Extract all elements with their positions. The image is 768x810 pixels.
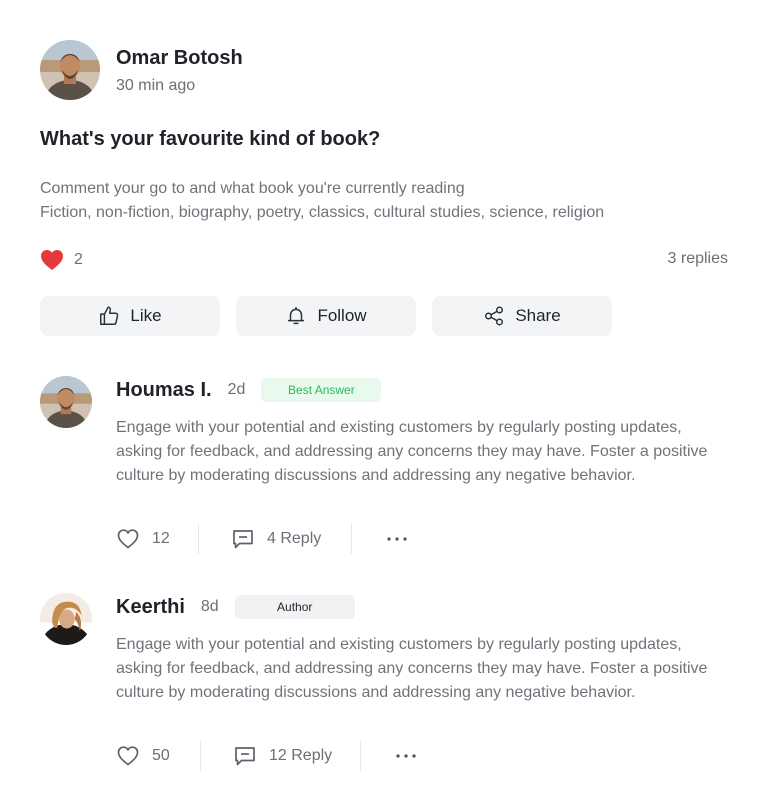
replies-count[interactable]: 3 replies [668,250,728,268]
comment-header: Keerthi 8d Author [116,593,355,621]
comment-icon [233,530,253,549]
comment-icon [235,747,255,766]
more-dots-icon [396,754,416,758]
commenter-avatar[interactable] [40,593,92,645]
comment-like-button[interactable]: 12 [116,527,198,551]
best-answer-badge: Best Answer [261,378,382,402]
comment-actions: 12 4 Reply [116,524,408,554]
bell-icon [288,307,305,325]
comment-text: Engage with your potential and existing … [116,636,708,701]
post-timestamp: 30 min ago [116,76,196,94]
heart-outline-icon [117,746,139,766]
like-button[interactable]: Like [40,296,220,336]
avatar-photo-icon [40,376,92,428]
thumbs-up-icon [100,306,119,325]
comment-like-count: 50 [152,747,170,764]
follow-button-label: Follow [317,306,367,325]
heart-outline-icon [117,529,139,549]
share-icon [485,306,504,326]
more-dots-icon [387,537,407,541]
comment-actions: 50 12 Reply [116,741,417,771]
comment-reply-label: 4 Reply [267,530,322,547]
post-body: Comment your go to and what book you're … [40,177,604,225]
divider [360,741,361,771]
commenter-avatar[interactable] [40,376,92,428]
comment-reply-button[interactable]: 4 Reply [199,527,351,551]
post-body-line: Comment your go to and what book you're … [40,180,465,197]
share-button[interactable]: Share [432,296,612,336]
comment-header: Houmas I. 2d Best Answer [116,376,382,404]
comment-age: 8d [200,598,219,615]
author-name[interactable]: Omar Botosh [116,45,243,71]
more-icon[interactable] [395,753,417,759]
like-button-label: Like [130,306,162,325]
more-icon[interactable] [386,536,408,542]
comment-text: Engage with your potential and existing … [116,419,708,484]
comment-reply-label: 12 Reply [269,747,333,764]
likes-count: 2 [74,251,83,268]
post-actions: Like Follow Share [40,296,612,336]
follow-button[interactable]: Follow [236,296,416,336]
post-title: What's your favourite kind of book? [40,128,381,150]
heart-filled-icon [41,250,63,270]
comment-like-count: 12 [152,530,170,547]
comment-reply-button[interactable]: 12 Reply [201,744,360,768]
share-button-label: Share [515,306,561,325]
commenter-name[interactable]: Houmas I. [116,379,212,402]
divider [351,524,352,554]
post-likes[interactable]: 2 [40,249,83,271]
avatar-photo-icon [40,593,92,645]
commenter-name[interactable]: Keerthi [116,596,185,619]
comment-age: 2d [227,381,246,398]
author-avatar[interactable] [40,40,100,100]
post-header: Omar Botosh 30 min ago [40,40,243,100]
post-body-line: Fiction, non-fiction, biography, poetry,… [40,204,605,221]
avatar-photo-icon [40,40,100,100]
comment-like-button[interactable]: 50 [116,744,200,768]
author-badge: Author [234,595,355,619]
